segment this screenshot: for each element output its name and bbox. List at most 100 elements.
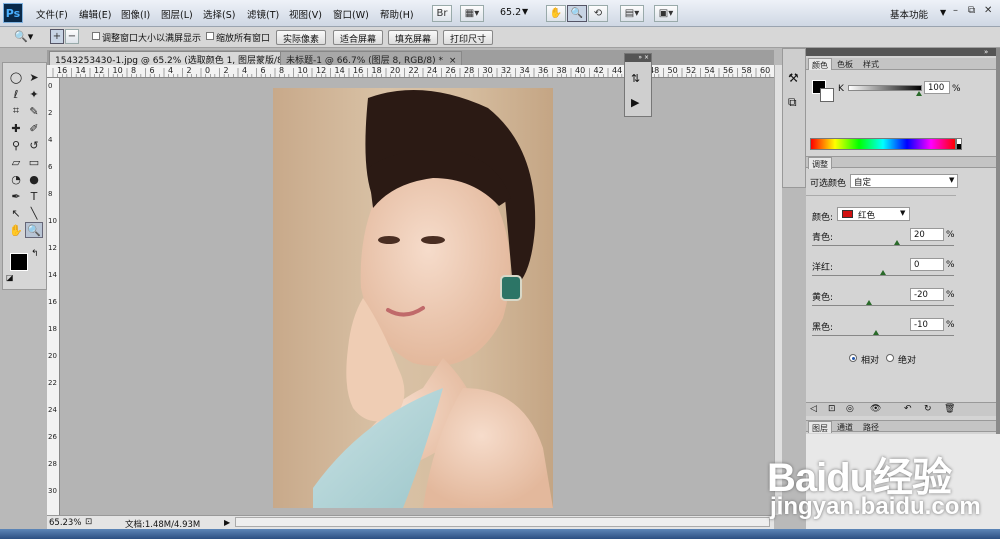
slider-value-input-3[interactable]: -10 [910, 318, 944, 331]
view-extras-icon[interactable]: ▦▾ [460, 5, 484, 22]
color-background-swatch[interactable] [820, 88, 834, 102]
hand-tool-icon[interactable]: ✋ [546, 5, 566, 22]
marquee-tool-icon[interactable]: ◯ [7, 69, 25, 85]
rotate-view-icon[interactable]: ⟲ [588, 5, 608, 22]
fit-window-checkbox[interactable] [92, 32, 100, 40]
minimize-icon[interactable]: – [953, 5, 958, 16]
screen-mode-icon[interactable]: ▣▾ [654, 5, 678, 22]
tab-styles[interactable]: 样式 [860, 58, 882, 70]
slider-thumb-1[interactable] [880, 270, 886, 275]
eyedropper-icon[interactable]: ✎ [25, 103, 43, 119]
slider-thumb-0[interactable] [894, 240, 901, 245]
menu-window[interactable]: 窗口(W) [333, 7, 369, 21]
tab-swatches[interactable]: 色板 [834, 58, 856, 70]
color-select[interactable]: 红色 ▼ [837, 207, 910, 221]
zoom-all-checkbox[interactable] [206, 32, 214, 40]
tab-layers[interactable]: 图层 [808, 421, 832, 433]
slider-value-input-1[interactable]: 0 [910, 258, 944, 271]
menu-edit[interactable]: 编辑(E) [79, 7, 111, 21]
actions-play-icon[interactable]: ▶ [631, 96, 639, 109]
panel-group-header[interactable] [806, 48, 996, 56]
line-tool-icon[interactable]: ╲ [25, 205, 43, 221]
status-info-icon[interactable]: ⊡ [85, 517, 92, 527]
status-menu-arrow-icon[interactable]: ▶ [224, 518, 230, 527]
close-icon[interactable]: ✕ [984, 5, 992, 16]
absolute-radio[interactable] [886, 354, 894, 362]
gradient-icon[interactable]: ▭ [25, 154, 43, 170]
previous-state-icon[interactable]: ↶ [904, 404, 912, 414]
back-arrow-icon[interactable]: ◁ [810, 404, 817, 414]
trash-icon[interactable]: 🗑 [944, 404, 955, 414]
workspace-switcher[interactable]: 基本功能 [890, 7, 928, 21]
status-zoom[interactable]: 65.23% [49, 518, 81, 528]
move-tool-icon[interactable]: ➤ [25, 69, 43, 85]
actual-pixels-button[interactable]: 实际像素 [276, 30, 327, 45]
hand-tool-box-icon[interactable]: ✋ [7, 222, 25, 238]
portrait-photo[interactable] [273, 88, 553, 508]
restore-icon[interactable]: ⧉ [968, 5, 975, 16]
menu-filter[interactable]: 滤镜(T) [247, 7, 279, 21]
zoom-level[interactable]: 65.2 [500, 7, 521, 18]
menu-file[interactable]: 文件(F) [36, 7, 68, 21]
slider-thumb-3[interactable] [872, 330, 879, 335]
slider-track-1[interactable] [812, 275, 954, 276]
history-brush-icon[interactable]: ↺ [25, 137, 43, 153]
fill-screen-button[interactable]: 填充屏幕 [388, 30, 439, 45]
zoom-tool-preset-icon[interactable]: 🔍▾ [14, 30, 33, 43]
blur-tool-icon[interactable]: ◔ [7, 171, 25, 187]
k-slider-track[interactable] [848, 85, 922, 91]
visibility-eye-icon[interactable]: 👁 [870, 404, 881, 414]
horizontal-scrollbar[interactable] [235, 517, 770, 527]
default-colors-icon[interactable]: ◪ [6, 273, 14, 282]
spot-healing-icon[interactable]: ✚ [7, 120, 25, 136]
zoom-out-icon[interactable]: − [65, 29, 79, 44]
slider-thumb-2[interactable] [865, 300, 872, 305]
type-tool-icon[interactable]: T [25, 188, 43, 204]
menu-view[interactable]: 视图(V) [289, 7, 322, 21]
slider-track-0[interactable] [812, 245, 954, 246]
clip-layer-icon[interactable]: ◎ [846, 404, 854, 414]
zoom-tool-icon[interactable]: 🔍 [567, 5, 587, 22]
tab-adjustments[interactable]: 调整 [808, 157, 832, 169]
zoom-in-icon[interactable]: + [50, 29, 64, 44]
tab-document-1[interactable]: 1543253430-1.jpg @ 65.2% (选取颜色 1, 图层蒙版/8… [49, 51, 314, 66]
brush-preset-icon[interactable]: ⚒ [788, 71, 799, 85]
black-white-ramp[interactable] [956, 138, 962, 150]
swap-colors-icon[interactable]: ↰ [31, 249, 39, 259]
relative-radio[interactable] [849, 354, 857, 362]
lasso-tool-icon[interactable]: ℓ [7, 86, 25, 102]
foreground-color-swatch[interactable] [10, 253, 28, 271]
color-spectrum-bar[interactable] [810, 138, 956, 150]
expand-view-icon[interactable]: ⊡ [828, 404, 836, 414]
k-value-input[interactable]: 100 [924, 81, 950, 94]
menu-image[interactable]: 图像(I) [121, 7, 150, 21]
chevron-down-icon[interactable]: ▼ [522, 7, 528, 16]
menu-layer[interactable]: 图层(L) [161, 7, 193, 21]
workspace-chevron-icon[interactable]: ▼ [940, 8, 946, 17]
print-size-button[interactable]: 打印尺寸 [443, 30, 494, 45]
bridge-icon[interactable]: Br [432, 5, 452, 22]
clone-source-icon[interactable]: ⧉ [788, 95, 797, 110]
crop-tool-icon[interactable]: ⌗ [7, 103, 25, 119]
zoom-tool-box-icon[interactable]: 🔍 [25, 222, 43, 238]
tab-channels[interactable]: 通道 [834, 421, 856, 433]
menu-help[interactable]: 帮助(H) [380, 7, 414, 21]
arrange-documents-icon[interactable]: ▤▾ [620, 5, 644, 22]
slider-track-3[interactable] [812, 335, 954, 336]
path-select-icon[interactable]: ↖ [7, 205, 25, 221]
fit-screen-button[interactable]: 适合屏幕 [333, 30, 384, 45]
tab-document-2[interactable]: 未标题-1 @ 66.7% (图层 8, RGB/8) * × [280, 51, 463, 66]
eraser-icon[interactable]: ▱ [7, 154, 25, 170]
dodge-tool-icon[interactable]: ● [25, 171, 43, 187]
magic-wand-icon[interactable]: ✦ [25, 86, 43, 102]
pen-tool-icon[interactable]: ✒ [7, 188, 25, 204]
reset-icon[interactable]: ↻ [924, 404, 932, 414]
preset-select[interactable]: 自定 ▼ [850, 174, 958, 188]
floating-panel-header[interactable]: » × [625, 54, 651, 62]
menu-select[interactable]: 选择(S) [203, 7, 235, 21]
clone-stamp-icon[interactable]: ⚲ [7, 137, 25, 153]
slider-value-input-0[interactable]: 20 [910, 228, 944, 241]
tab-color[interactable]: 颜色 [808, 58, 832, 70]
brush-tool-icon[interactable]: ✐ [25, 120, 43, 136]
tab-paths[interactable]: 路径 [860, 421, 882, 433]
